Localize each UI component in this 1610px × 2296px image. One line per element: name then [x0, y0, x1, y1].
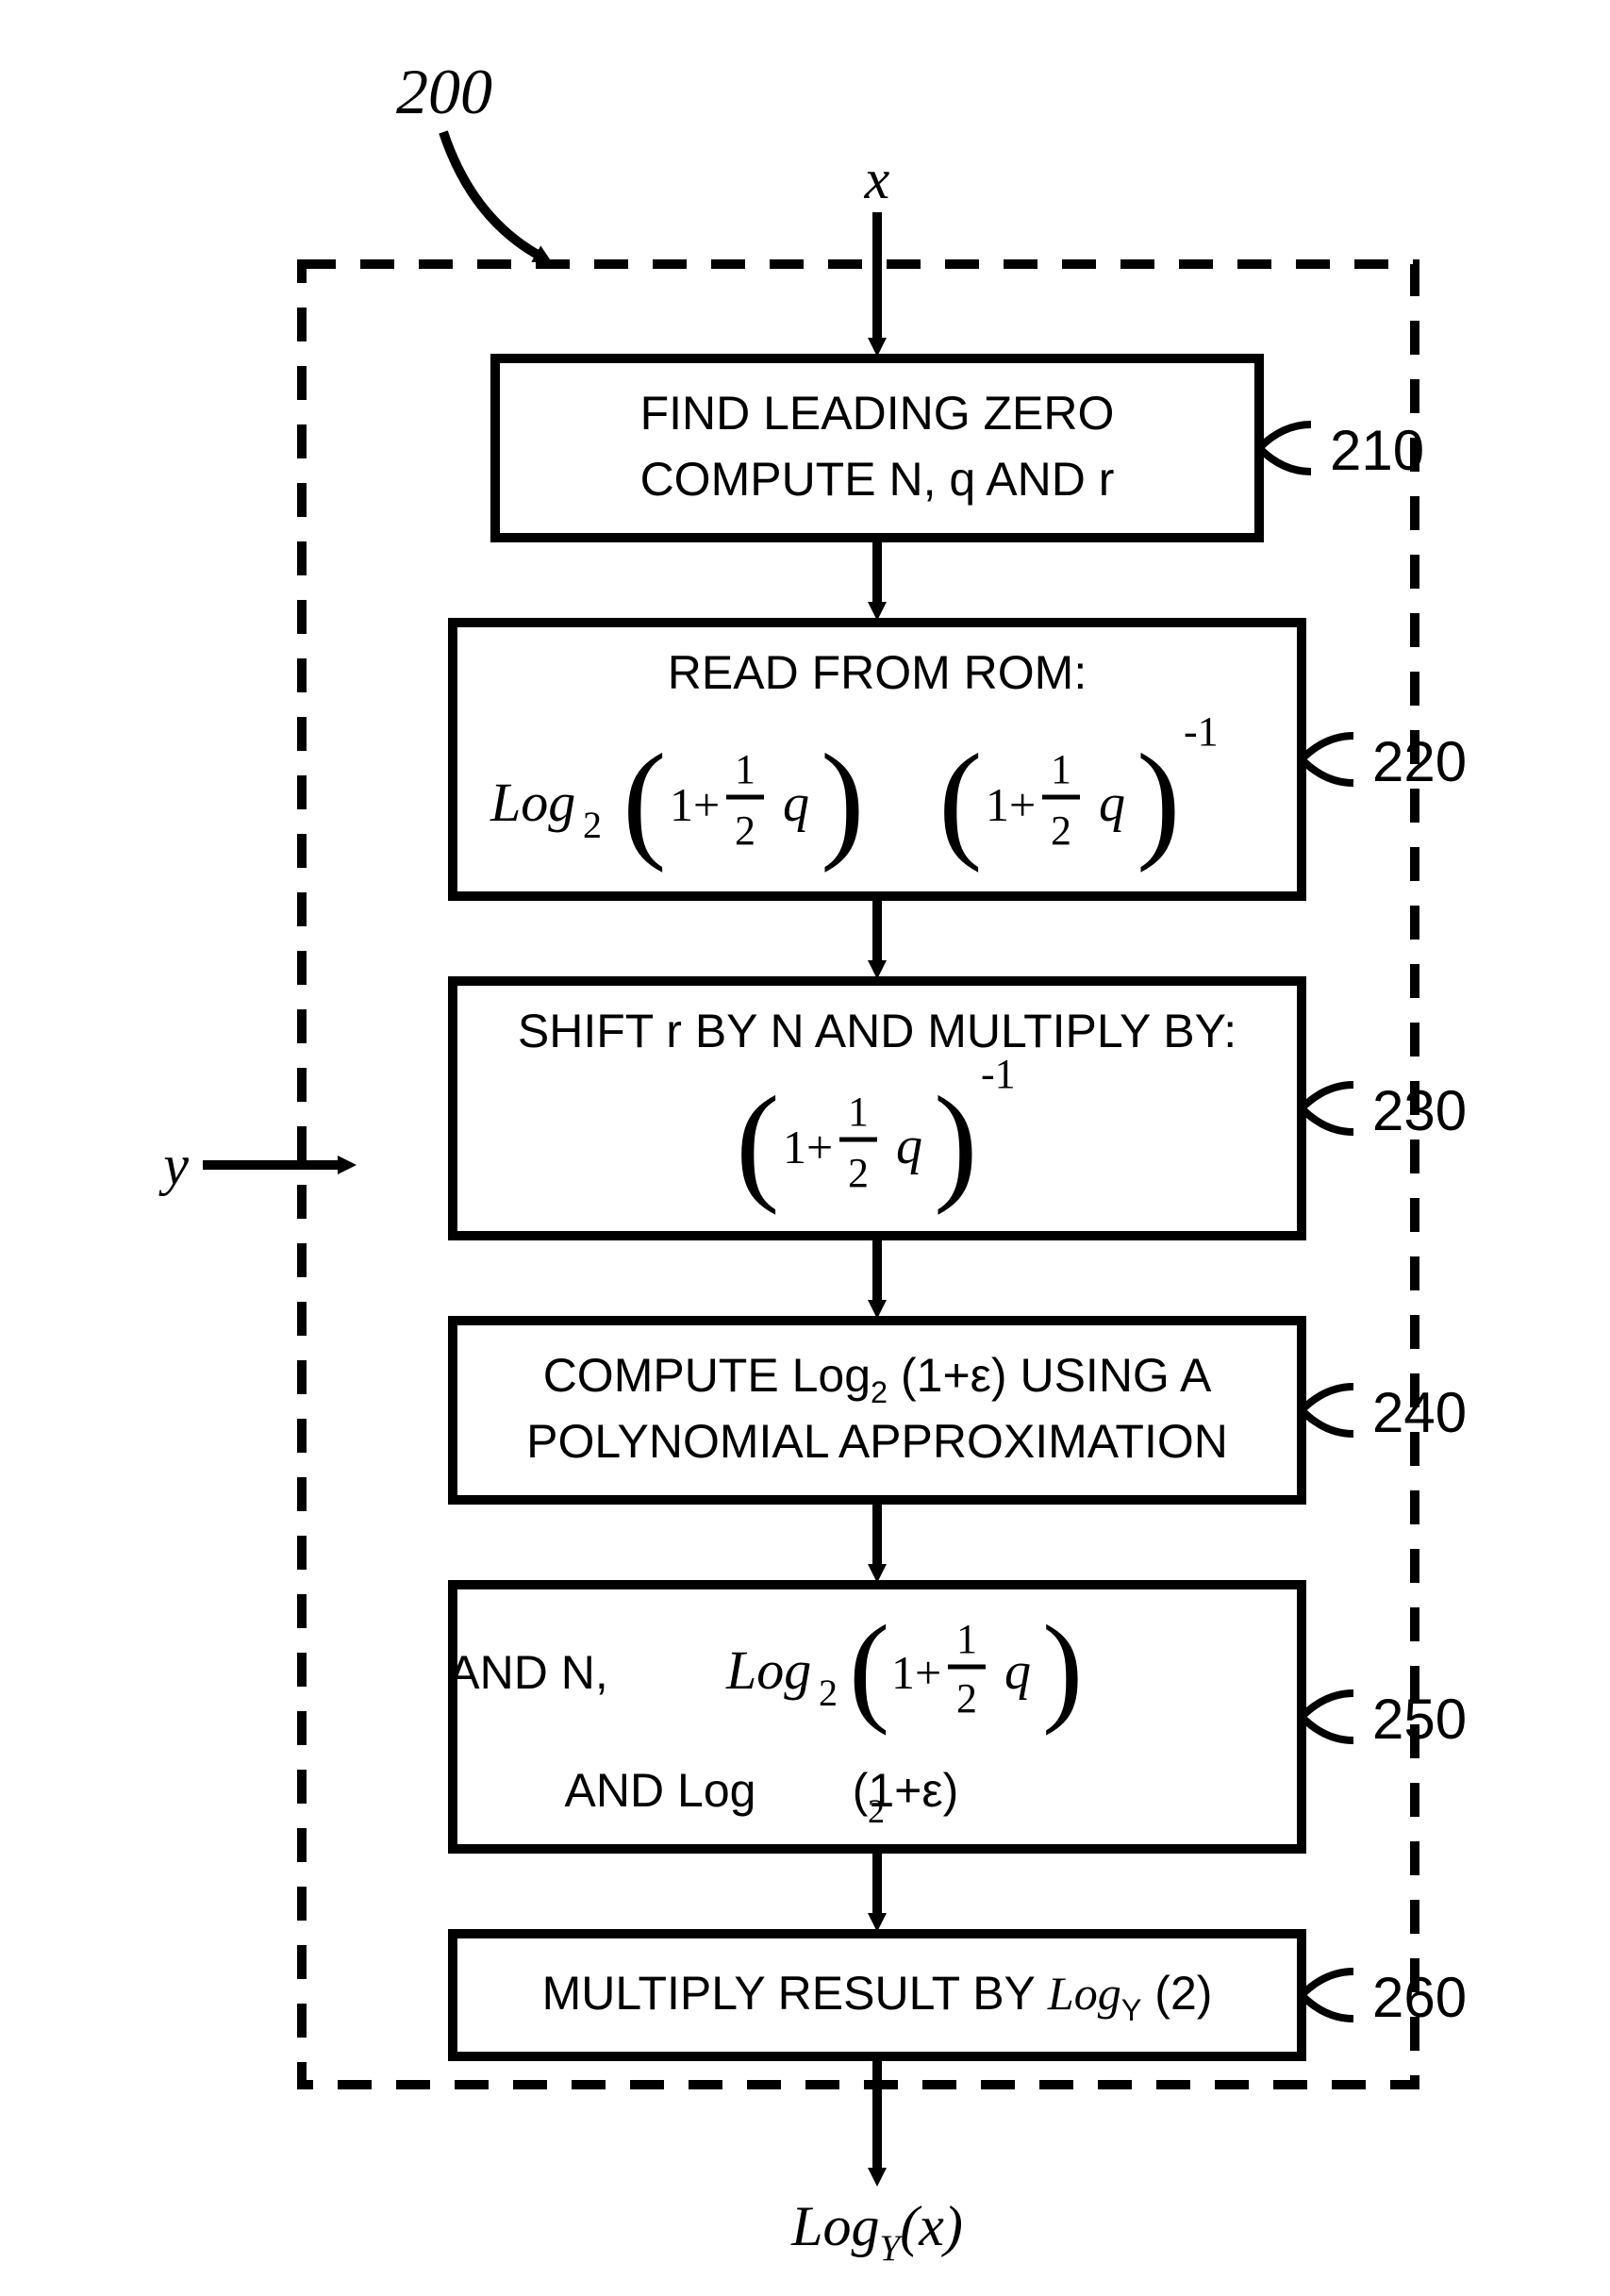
svg-text:AND N,: AND N, [448, 1646, 607, 1699]
block-210: FIND LEADING ZERO COMPUTE N, q AND r [495, 358, 1259, 538]
block-220: READ FROM ROM: Log 2 ( 1+ 1 2 q ) ( 1+ 1… [453, 623, 1302, 896]
svg-text:): ) [1042, 1601, 1083, 1737]
svg-text:q: q [896, 1117, 922, 1175]
svg-text:AND Log: AND Log [565, 1764, 756, 1817]
svg-text:q: q [783, 774, 809, 833]
diagram-ref: 200 [396, 56, 492, 127]
svg-text:1: 1 [848, 1089, 869, 1135]
svg-text:-1: -1 [981, 1051, 1016, 1097]
input-x-label: x [864, 148, 890, 210]
flowchart-diagram: 200 x y FIND LEADING ZERO COMPUTE N, q A… [0, 0, 1610, 2296]
block-210-line2: COMPUTE N, q AND r [640, 453, 1115, 506]
ref-260: 260 [1372, 1966, 1467, 2029]
block-230-line1: SHIFT r BY N AND MULTIPLY BY: [518, 1005, 1237, 1057]
svg-text:1: 1 [735, 746, 755, 792]
block-260: MULTIPLY RESULT BY LogY (2) [453, 1934, 1302, 2056]
svg-text:): ) [821, 727, 865, 873]
svg-text:-1: -1 [1184, 708, 1219, 755]
ref-230: 230 [1372, 1079, 1467, 1142]
ref-240: 240 [1372, 1381, 1467, 1444]
svg-text:2: 2 [583, 804, 602, 846]
block-240-line2: POLYNOMIAL APPROXIMATION [526, 1415, 1228, 1468]
output-label: LogY(x) [790, 2195, 963, 2269]
svg-text:1+: 1+ [670, 778, 720, 831]
block-210-line1: FIND LEADING ZERO [640, 387, 1115, 440]
svg-text:Log: Log [490, 772, 575, 833]
svg-text:1: 1 [1051, 746, 1071, 792]
ref-210: 210 [1330, 419, 1424, 482]
block-240: COMPUTE Log2 (1+ε) USING A POLYNOMIAL AP… [453, 1321, 1302, 1500]
svg-text:1+: 1+ [986, 778, 1036, 831]
svg-text:(: ( [938, 727, 983, 873]
svg-text:q: q [1099, 774, 1125, 833]
ref-arrow-200 [443, 132, 538, 255]
svg-text:Log: Log [725, 1639, 811, 1701]
block-220-line1: READ FROM ROM: [668, 646, 1087, 699]
svg-text:): ) [934, 1070, 978, 1216]
svg-text:2: 2 [735, 807, 755, 854]
ref-220: 220 [1372, 730, 1467, 793]
svg-text:1+: 1+ [891, 1646, 941, 1699]
svg-text:2: 2 [956, 1675, 977, 1722]
block-250: AND N, Log 2 ( 1+ 1 2 q ) AND Log 2 (1+ε… [448, 1585, 1302, 1849]
block-260-line1: MULTIPLY RESULT BY LogY (2) [542, 1967, 1213, 2027]
svg-text:1: 1 [956, 1616, 977, 1662]
svg-text:1+: 1+ [783, 1121, 833, 1173]
svg-text:(: ( [849, 1601, 889, 1737]
input-y-label: y [158, 1134, 189, 1196]
svg-text:2: 2 [819, 1672, 838, 1714]
ref-250: 250 [1372, 1688, 1467, 1751]
svg-text:(1+ε): (1+ε) [853, 1764, 959, 1817]
svg-text:(: ( [622, 727, 667, 873]
svg-text:2: 2 [848, 1150, 869, 1196]
svg-text:): ) [1137, 727, 1181, 873]
svg-text:(: ( [736, 1070, 780, 1216]
svg-text:2: 2 [1051, 807, 1071, 854]
svg-text:q: q [1004, 1642, 1031, 1701]
block-230: SHIFT r BY N AND MULTIPLY BY: ( 1+ 1 2 q… [453, 981, 1302, 1236]
